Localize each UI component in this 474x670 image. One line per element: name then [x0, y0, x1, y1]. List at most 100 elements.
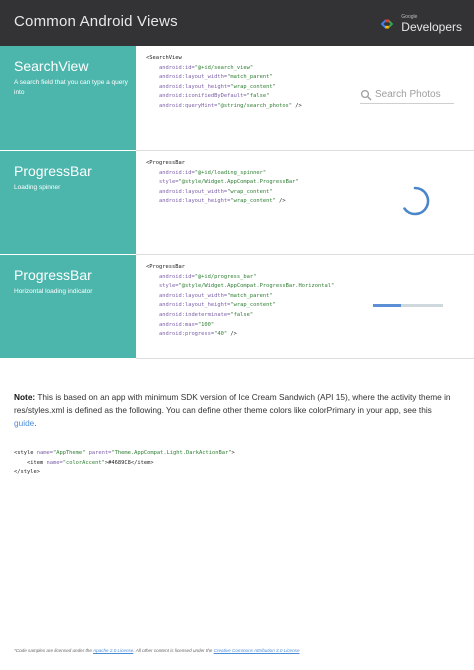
code-line: <item name="colorAccent">#4689C8</item>: [14, 459, 235, 469]
code-attribute: android:max=: [158, 321, 198, 328]
section-label-panel: SearchView A search field that you can t…: [0, 46, 136, 150]
apache-license-link[interactable]: Apache 2.0 License: [93, 648, 133, 653]
theme-code-snippet: <style name="AppTheme" parent="Theme.App…: [14, 449, 235, 478]
guide-link[interactable]: guide: [14, 418, 34, 428]
progress-spinner-icon: [403, 186, 430, 216]
section-description: Loading spinner: [14, 184, 61, 191]
code-attribute: android:id=: [158, 273, 195, 280]
code-token: <style: [14, 450, 37, 456]
code-line: android:id="@+id/search_view": [146, 64, 302, 74]
code-snippet: <ProgressBar android:id="@+id/loading_sp…: [146, 159, 299, 207]
note-text: This is based on an app with minimum SDK…: [14, 392, 451, 416]
footer-text: *Code samples are licensed under the: [14, 648, 93, 653]
code-line: style="@style/Widget.AppCompat.ProgressB…: [146, 282, 334, 292]
google-developers-logo: Google Developers: [378, 14, 462, 34]
code-line: android:indeterminate="false": [146, 311, 334, 321]
code-attribute: name=: [36, 450, 53, 456]
code-value: "Theme.AppCompat.Light.DarkActionBar": [111, 450, 232, 456]
code-value: "@+id/search_view": [194, 64, 254, 71]
code-line: android:max="100": [146, 321, 334, 331]
code-token: <SearchView: [146, 55, 182, 61]
code-value: "@+id/progress_bar": [194, 273, 257, 280]
footer-text: . All other content is licensed under th…: [133, 648, 214, 653]
page-header: Common Android Views Google Developers: [0, 0, 474, 46]
code-line: <SearchView: [146, 54, 302, 64]
code-value: "match_parent": [227, 74, 273, 81]
license-footer: *Code samples are licensed under the Apa…: [14, 648, 464, 653]
code-attribute: name=: [46, 459, 63, 466]
code-line: android:layout_height="wrap_content" />: [146, 197, 299, 207]
section-divider: [136, 358, 474, 359]
code-line: <ProgressBar: [146, 159, 299, 169]
code-attribute: parent=: [88, 450, 112, 456]
search-view-demo[interactable]: Search Photos: [360, 88, 454, 104]
code-line: style="@style/Widget.AppCompat.ProgressB…: [146, 178, 299, 188]
cc-license-link[interactable]: Creative Commons Attribution 3.0 License: [214, 648, 300, 653]
code-attribute: android:queryHint=: [158, 102, 218, 109]
code-attribute: android:layout_height=: [158, 198, 231, 205]
section-title: ProgressBar: [14, 163, 92, 179]
code-attribute: android:layout_width=: [158, 292, 228, 299]
note-end: .: [34, 418, 37, 429]
code-line: <style name="AppTheme" parent="Theme.App…: [14, 449, 235, 459]
code-line: android:layout_width="wrap_content": [146, 188, 299, 198]
code-value: "40": [214, 331, 228, 338]
code-line: android:id="@+id/loading_spinner": [146, 169, 299, 179]
code-token: </style>: [14, 469, 40, 476]
code-value: "@style/Widget.AppCompat.ProgressBar.Hor…: [178, 283, 335, 290]
code-line: android:layout_height="wrap_content": [146, 301, 334, 311]
code-value: "wrap_content": [230, 198, 276, 205]
code-attribute: style=: [158, 179, 179, 186]
code-attribute: style=: [158, 283, 179, 290]
google-developers-icon: [380, 19, 394, 29]
code-value: "wrap_content": [230, 302, 276, 309]
code-value: "@style/Widget.AppCompat.ProgressBar": [178, 179, 299, 186]
code-snippet: <SearchView android:id="@+id/search_view…: [146, 54, 302, 112]
code-line: <ProgressBar: [146, 263, 334, 273]
code-attribute: android:layout_width=: [158, 74, 228, 81]
code-attribute: android:layout_height=: [158, 83, 231, 90]
section-label-panel: ProgressBar Loading spinner: [0, 151, 136, 254]
code-token: >: [231, 450, 235, 456]
code-token: <ProgressBar: [146, 264, 185, 270]
code-token: />: [292, 102, 302, 109]
section-description: A search field that you can type a query…: [14, 79, 128, 96]
code-token: >#4689C8</item>: [104, 459, 154, 466]
code-value: "false": [230, 311, 254, 318]
code-line: </style>: [14, 468, 235, 478]
section-title: ProgressBar: [14, 267, 92, 283]
page-title: Common Android Views: [14, 13, 178, 30]
code-value: "wrap_content": [230, 83, 276, 90]
code-line: android:id="@+id/progress_bar": [146, 273, 334, 283]
code-attribute: android:layout_width=: [158, 188, 228, 195]
code-value: "match_parent": [227, 292, 273, 299]
horizontal-progress-bar: [373, 304, 443, 307]
search-icon: [360, 89, 372, 101]
code-value: "AppTheme": [52, 450, 86, 456]
code-token: <ProgressBar: [146, 160, 185, 166]
code-token: />: [275, 198, 286, 205]
code-attribute: android:id=: [158, 169, 195, 176]
brand-developers-label: Developers: [401, 20, 462, 34]
code-attribute: android:progress=: [158, 331, 215, 338]
code-attribute: android:iconifiedByDefault=: [158, 93, 247, 100]
code-value: "wrap_content": [227, 188, 273, 195]
code-value: "colorAccent": [62, 459, 105, 466]
section-title: SearchView: [14, 58, 89, 74]
code-token: <item: [14, 459, 47, 466]
code-token: />: [227, 331, 237, 338]
code-value: "@string/search_photos": [217, 102, 293, 109]
